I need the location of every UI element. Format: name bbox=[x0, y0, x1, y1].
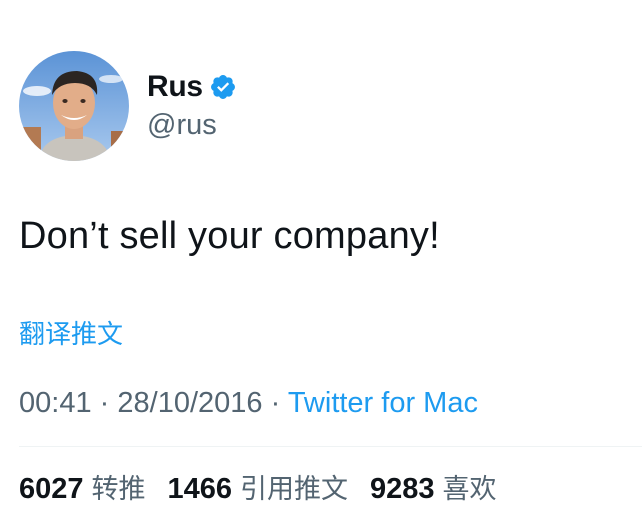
like-count: 9283 bbox=[370, 473, 435, 505]
tweet-text: Don’t sell your company! bbox=[19, 215, 440, 257]
avatar[interactable] bbox=[19, 51, 129, 161]
avatar-image bbox=[19, 51, 129, 161]
like-label: 喜欢 bbox=[442, 474, 497, 505]
tweet-time[interactable]: 00:41 bbox=[19, 387, 92, 419]
retweets-stat[interactable]: 6027 转推 bbox=[19, 470, 146, 509]
retweet-count: 6027 bbox=[19, 473, 84, 505]
translate-tweet-link[interactable]: 翻译推文 bbox=[19, 318, 123, 352]
retweet-label: 转推 bbox=[91, 474, 146, 505]
quote-tweet-count: 1466 bbox=[167, 473, 233, 505]
tweet-card: Rus @rus Don’t sell your company! 翻译推文 0… bbox=[0, 0, 642, 514]
author-handle[interactable]: @rus bbox=[147, 108, 217, 142]
quote-tweet-label: 引用推文 bbox=[240, 474, 349, 505]
tweet-date[interactable]: 28/10/2016 bbox=[117, 387, 262, 419]
tweet-source-link[interactable]: Twitter for Mac bbox=[288, 387, 478, 419]
verified-badge-icon bbox=[209, 73, 237, 101]
tweet-meta: 00:41 · 28/10/2016 · Twitter for Mac bbox=[19, 384, 478, 422]
engagement-stats: 6027 转推 1466 引用推文 9283 喜欢 bbox=[19, 470, 519, 509]
likes-stat[interactable]: 9283 喜欢 bbox=[370, 470, 497, 509]
quote-tweets-stat[interactable]: 1466 引用推文 bbox=[168, 470, 349, 509]
author-name-row[interactable]: Rus bbox=[147, 70, 237, 104]
display-name[interactable]: Rus bbox=[147, 70, 203, 104]
meta-separator: · bbox=[270, 387, 281, 419]
meta-separator: · bbox=[99, 387, 110, 419]
divider bbox=[19, 446, 642, 447]
